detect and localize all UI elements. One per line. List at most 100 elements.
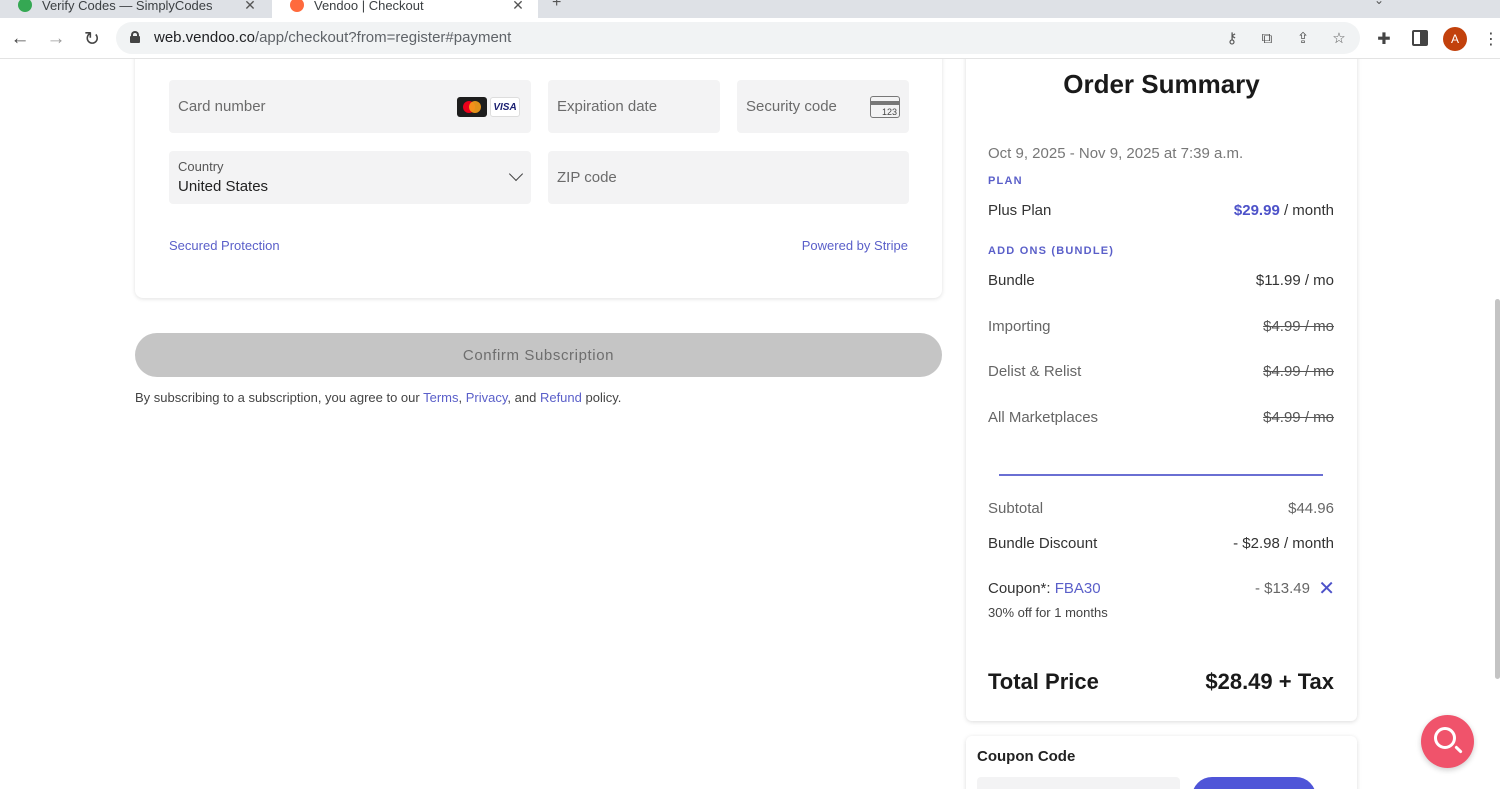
confirm-subscription-button[interactable]: Confirm Subscription (135, 333, 942, 377)
payment-card: Card number VISA Expiration date Securit… (135, 59, 942, 298)
help-search-button[interactable] (1421, 715, 1474, 768)
addons-section-label: ADD ONS (BUNDLE) (988, 245, 1115, 257)
subtotal-row: Subtotal $44.96 (988, 500, 1334, 517)
cvc-hint: 123 (881, 107, 897, 117)
extensions-puzzle-icon[interactable]: ✚ (1373, 28, 1395, 50)
zip-code-input[interactable]: ZIP code (548, 151, 909, 204)
addon-name: Bundle (988, 272, 1035, 289)
expiration-date-input[interactable]: Expiration date (548, 80, 720, 133)
back-arrow-icon[interactable]: ← (8, 27, 32, 51)
cvc-card-icon: 123 (870, 96, 900, 118)
url-path: /app/checkout?from=register#payment (254, 29, 512, 46)
order-summary-card: Order Summary Oct 9, 2025 - Nov 9, 2025 … (966, 59, 1357, 721)
plan-price: $29.99 (1233, 202, 1280, 219)
addon-price: $11.99 / mo (1255, 272, 1334, 289)
subtotal-label: Subtotal (988, 500, 1044, 517)
card-number-placeholder: Card number (178, 98, 266, 115)
lock-icon[interactable] (130, 31, 140, 43)
remove-coupon-close-icon[interactable]: ✕ (1318, 579, 1335, 599)
key-icon[interactable]: ⚷ (1222, 28, 1242, 48)
translate-icon[interactable]: ⧉ (1257, 28, 1277, 48)
page-scrollbar[interactable] (1495, 299, 1500, 679)
search-icon-handle (1454, 745, 1463, 754)
kebab-menu-icon[interactable]: ⋮ (1480, 28, 1500, 50)
addon-row: All Marketplaces $4.99 / mo (988, 409, 1334, 426)
powered-by-stripe-link[interactable]: Powered by Stripe (802, 238, 908, 253)
addon-price-struck: $4.99 / mo (1263, 363, 1334, 380)
url-text[interactable]: web.vendoo.co/app/checkout?from=register… (154, 29, 511, 46)
coupon-row: Coupon*: FBA30 - $13.49 (988, 580, 1334, 597)
total-label: Total Price (988, 669, 1099, 694)
expiration-placeholder: Expiration date (557, 98, 658, 115)
addon-name: All Marketplaces (988, 409, 1099, 426)
order-summary-title: Order Summary (1063, 69, 1260, 99)
summary-divider (999, 474, 1323, 476)
country-value: United States (178, 178, 269, 195)
plan-period: / month (1283, 202, 1334, 219)
total-value: $28.49 + Tax (1205, 669, 1334, 694)
tab-vendoo-checkout[interactable]: Vendoo | Checkout ✕ (272, 0, 538, 18)
addon-price-struck: $4.99 / mo (1263, 409, 1334, 426)
address-bar[interactable]: web.vendoo.co/app/checkout?from=register… (116, 22, 1360, 54)
coupon-code-title: Coupon Code (977, 748, 1076, 765)
addon-row: Importing $4.99 / mo (988, 318, 1334, 335)
plan-name: Plus Plan (988, 202, 1052, 219)
tab-verify-codes[interactable]: Verify Codes — SimplyCodes ✕ (0, 0, 270, 18)
coupon-note: 30% off for 1 months (988, 605, 1108, 620)
legal-comma: , (458, 390, 463, 405)
tab-close-icon[interactable]: ✕ (508, 0, 528, 14)
apply-coupon-button[interactable] (1192, 777, 1316, 789)
url-host: web.vendoo.co (154, 29, 255, 46)
secured-protection-link[interactable]: Secured Protection (169, 238, 280, 253)
legal-prefix: By subscribing to a subscription, you ag… (135, 390, 420, 405)
simplycodes-favicon-icon (18, 0, 32, 12)
coupon-code-input[interactable] (977, 777, 1180, 789)
coupon-code: FBA30 (1054, 580, 1101, 597)
bundle-discount-value: - $2.98 / month (1233, 535, 1334, 552)
bookmark-star-icon[interactable]: ☆ (1329, 28, 1349, 48)
tab-title: Verify Codes — SimplyCodes (42, 0, 213, 13)
chevron-down-icon (508, 166, 524, 182)
tab-close-icon[interactable]: ✕ (240, 0, 260, 14)
addon-row: Bundle $11.99 / mo (988, 272, 1334, 289)
plan-section-label: PLAN (988, 175, 1023, 187)
privacy-link[interactable]: Privacy (466, 390, 508, 405)
tab-search-chevron-icon[interactable]: ⌄ (1374, 0, 1384, 7)
visa-icon: VISA (490, 97, 520, 117)
forward-arrow-icon[interactable]: → (44, 27, 68, 51)
country-label: Country (178, 159, 224, 174)
total-row: Total Price $28.49 + Tax (988, 669, 1334, 695)
reload-icon[interactable]: ↻ (80, 27, 104, 51)
addon-name: Importing (988, 318, 1051, 335)
mastercard-icon (457, 97, 487, 117)
search-icon (1434, 727, 1456, 749)
billing-period: Oct 9, 2025 - Nov 9, 2025 at 7:39 a.m. (988, 145, 1244, 162)
legal-suffix: policy. (585, 390, 622, 405)
plan-row: Plus Plan $29.99 / month (988, 202, 1334, 219)
addon-price-struck: $4.99 / mo (1263, 318, 1334, 335)
coupon-code-card: Coupon Code (966, 736, 1357, 789)
legal-and: , and (507, 390, 537, 405)
terms-link[interactable]: Terms (423, 390, 458, 405)
card-number-input[interactable]: Card number VISA (169, 80, 531, 133)
vendoo-favicon-icon (290, 0, 304, 12)
country-select[interactable]: Country United States (169, 151, 531, 204)
legal-text: By subscribing to a subscription, you ag… (135, 390, 621, 405)
security-code-placeholder: Security code (746, 98, 837, 115)
coupon-value: - $13.49 (1254, 580, 1310, 597)
new-tab-button[interactable]: + (552, 0, 561, 12)
bundle-discount-label: Bundle Discount (988, 535, 1098, 552)
browser-toolbar: ← → ↻ web.vendoo.co/app/checkout?from=re… (0, 18, 1500, 59)
tab-title: Vendoo | Checkout (314, 0, 424, 13)
refund-link[interactable]: Refund (540, 390, 582, 405)
zip-code-placeholder: ZIP code (557, 169, 617, 186)
side-panel-icon[interactable] (1412, 30, 1428, 46)
security-code-input[interactable]: Security code 123 (737, 80, 909, 133)
bundle-discount-row: Bundle Discount - $2.98 / month (988, 535, 1334, 552)
addon-name: Delist & Relist (988, 363, 1082, 380)
browser-tabstrip: Verify Codes — SimplyCodes ✕ Vendoo | Ch… (0, 0, 1500, 18)
profile-avatar[interactable]: A (1443, 27, 1467, 51)
share-icon[interactable]: ⇪ (1293, 28, 1313, 48)
checkout-page: Card number VISA Expiration date Securit… (0, 59, 1500, 789)
subtotal-value: $44.96 (1288, 500, 1334, 517)
